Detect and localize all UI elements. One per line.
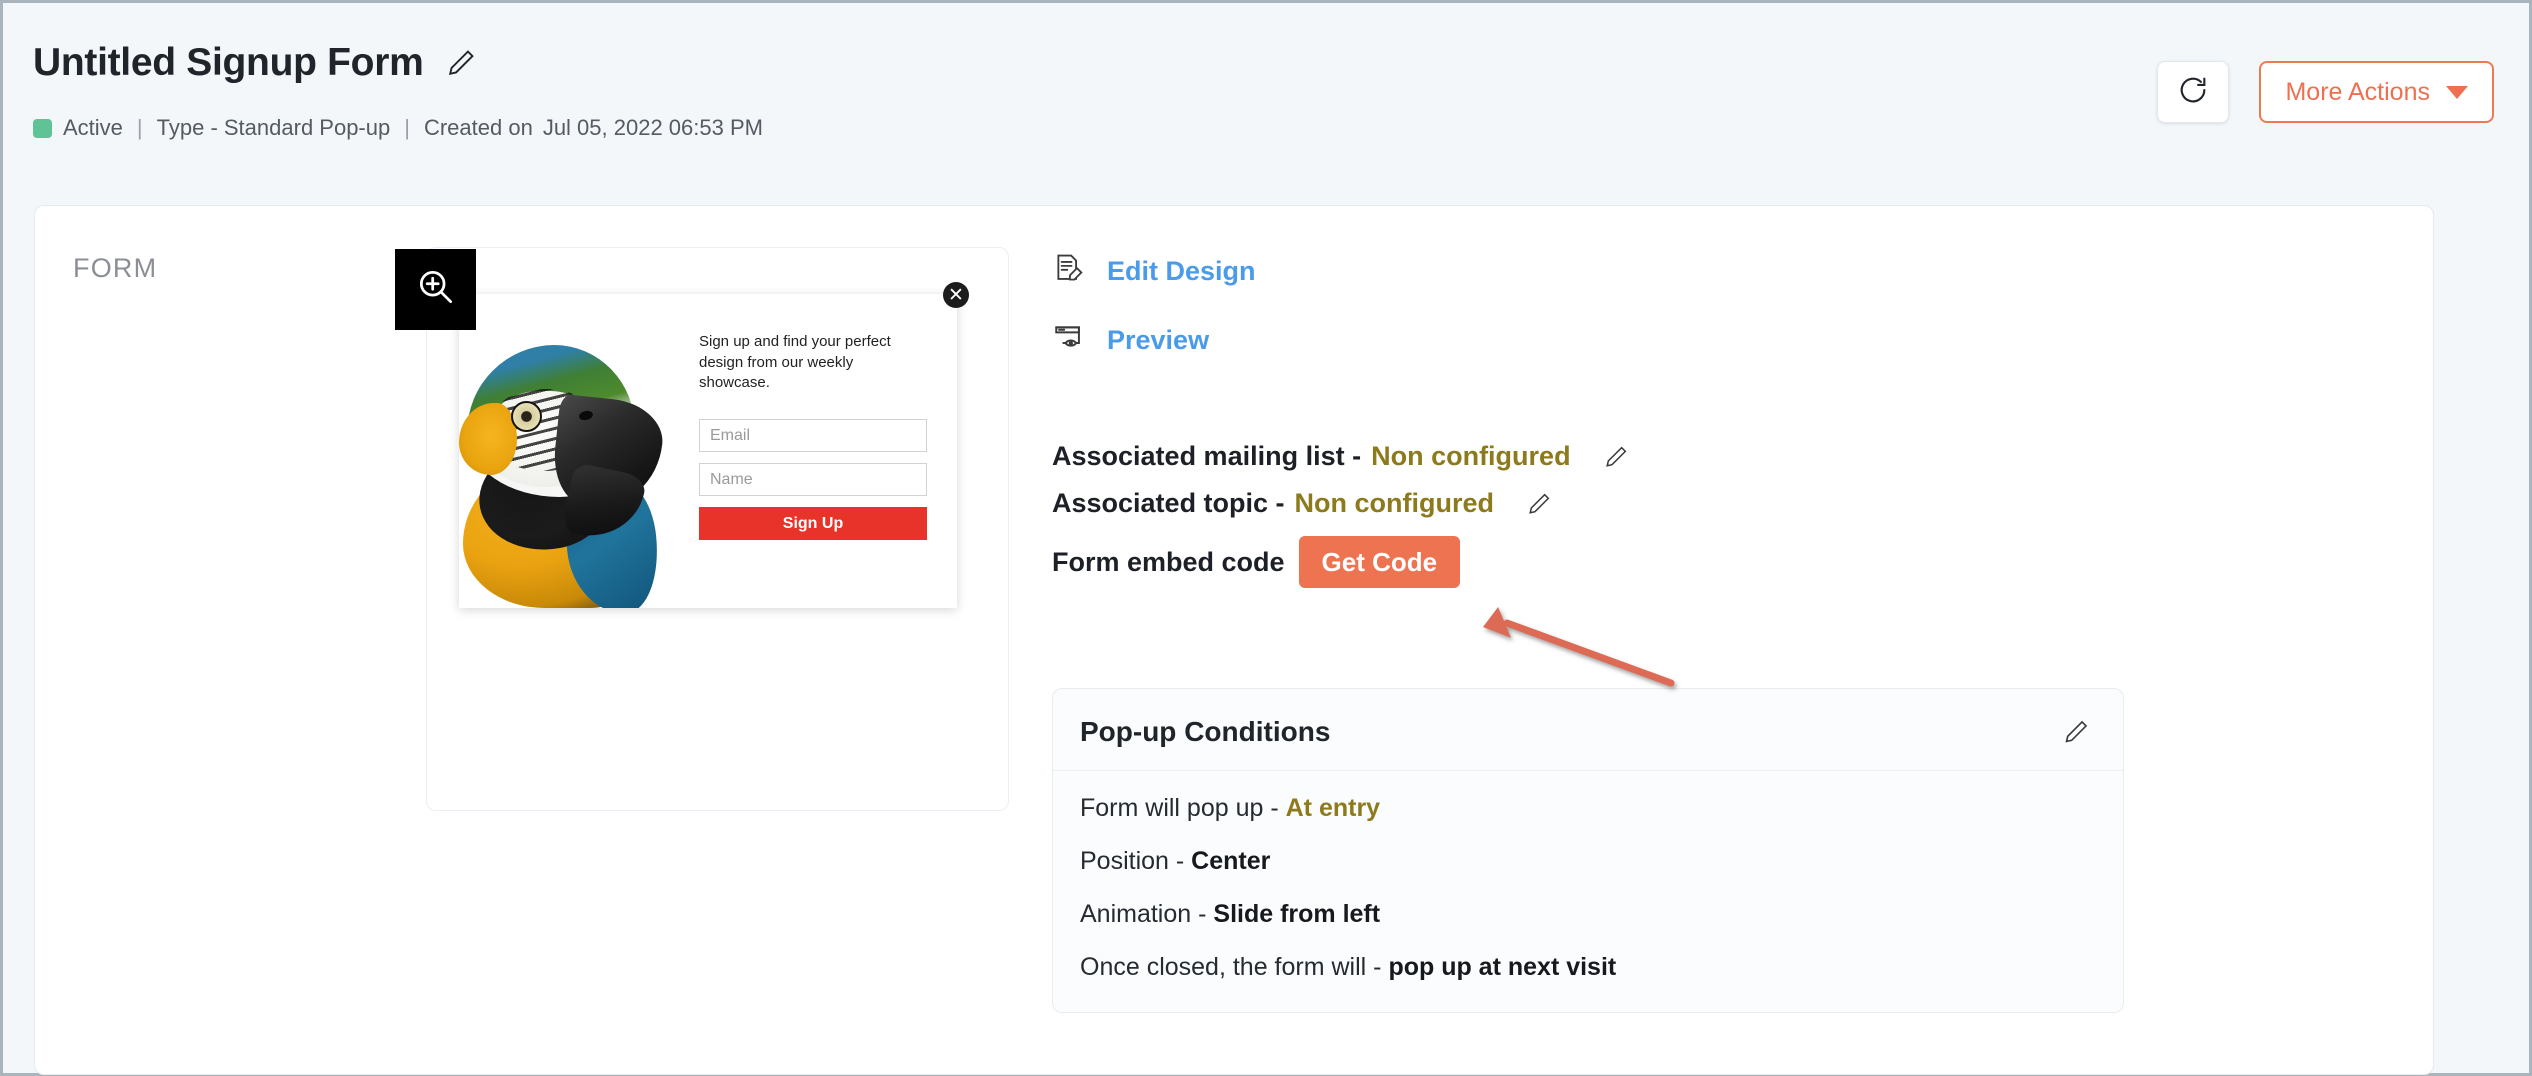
pencil-icon[interactable] <box>2062 718 2090 746</box>
form-embed-code-label: Form embed code <box>1052 547 1285 578</box>
header-actions: More Actions <box>2157 61 2494 123</box>
condition-trigger-label: Form will pop up - <box>1080 794 1286 822</box>
popup-hero-image <box>459 327 677 608</box>
refresh-button[interactable] <box>2157 61 2229 123</box>
condition-once-closed-value: pop up at next visit <box>1388 953 1616 981</box>
popup-headline: Sign up and find your perfect design fro… <box>699 332 927 394</box>
page-title: Untitled Signup Form <box>33 41 423 85</box>
meta-separator-1: | <box>137 115 143 141</box>
more-actions-label: More Actions <box>2285 78 2430 107</box>
form-section-label: FORM <box>73 253 157 284</box>
pencil-icon[interactable] <box>1526 491 1552 517</box>
edit-design-label: Edit Design <box>1107 256 1256 287</box>
get-code-button[interactable]: Get Code <box>1299 536 1461 588</box>
preview-link[interactable]: Preview <box>1052 321 1209 360</box>
popup-conditions-header: Pop-up Conditions <box>1053 689 2123 771</box>
more-actions-button[interactable]: More Actions <box>2259 61 2494 123</box>
popup-conditions-card: Pop-up Conditions Form will pop up - At … <box>1052 688 2124 1013</box>
form-preview-panel: ✕ Sign up and find your perfect d <box>426 247 1009 811</box>
preview-label: Preview <box>1107 325 1209 356</box>
condition-position-value: Center <box>1191 847 1270 875</box>
condition-position: Position - Center <box>1080 847 2096 876</box>
popup-conditions-title: Pop-up Conditions <box>1080 716 1330 748</box>
condition-animation-label: Animation - <box>1080 900 1213 928</box>
pencil-icon[interactable] <box>445 47 477 79</box>
status-badge-dot <box>33 119 52 138</box>
condition-animation: Animation - Slide from left <box>1080 900 2096 929</box>
preview-eye-icon <box>1052 321 1086 360</box>
form-embed-code-row: Form embed code Get Code <box>1052 536 1460 588</box>
edit-document-icon <box>1052 252 1086 291</box>
form-type-text: Type - Standard Pop-up <box>157 115 391 141</box>
chevron-down-icon <box>2446 86 2468 99</box>
zoom-in-icon <box>414 265 458 314</box>
condition-animation-value: Slide from left <box>1213 900 1380 928</box>
edit-design-link[interactable]: Edit Design <box>1052 252 1256 291</box>
associated-mailing-list-row: Associated mailing list - Non configured <box>1052 441 1629 472</box>
email-field[interactable]: Email <box>699 419 927 452</box>
popup-conditions-body: Form will pop up - At entry Position - C… <box>1053 771 2123 1012</box>
name-field[interactable]: Name <box>699 463 927 496</box>
created-on-value: Jul 05, 2022 06:53 PM <box>543 115 763 141</box>
signup-button[interactable]: Sign Up <box>699 507 927 540</box>
popup-form-pane: Sign up and find your perfect design fro… <box>677 294 957 608</box>
pencil-icon[interactable] <box>1603 444 1629 470</box>
page-header: Untitled Signup Form Active | Type - Sta… <box>3 3 2529 193</box>
condition-trigger: Form will pop up - At entry <box>1080 794 2096 823</box>
meta-row: Active | Type - Standard Pop-up | Create… <box>33 115 2529 141</box>
status-text: Active <box>63 115 123 141</box>
meta-separator-2: | <box>404 115 410 141</box>
associated-mailing-list-label: Associated mailing list - <box>1052 441 1361 472</box>
condition-position-label: Position - <box>1080 847 1191 875</box>
associated-topic-label: Associated topic - <box>1052 488 1285 519</box>
refresh-icon <box>2176 73 2210 112</box>
popup-preview-card: ✕ Sign up and find your perfect d <box>459 294 957 608</box>
condition-once-closed-label: Once closed, the form will - <box>1080 953 1388 981</box>
close-icon[interactable]: ✕ <box>943 282 969 308</box>
created-on-label: Created on <box>424 115 533 141</box>
associated-topic-value: Non configured <box>1295 488 1494 519</box>
associated-mailing-list-value: Non configured <box>1371 441 1570 472</box>
associated-topic-row: Associated topic - Non configured <box>1052 488 1552 519</box>
title-row: Untitled Signup Form <box>33 41 2529 85</box>
zoom-in-button[interactable] <box>395 249 476 330</box>
condition-once-closed: Once closed, the form will - pop up at n… <box>1080 953 2096 982</box>
main-content-card: FORM ✕ <box>34 205 2434 1075</box>
condition-trigger-value: At entry <box>1286 794 1380 822</box>
